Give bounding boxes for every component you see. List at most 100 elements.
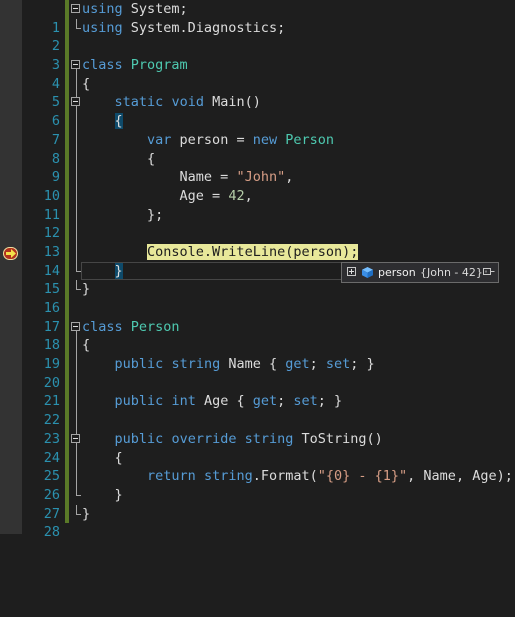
change-marker — [65, 485, 69, 505]
change-marker — [65, 336, 69, 356]
code-token: }; — [147, 206, 164, 223]
change-marker — [65, 18, 69, 38]
breakpoint-margin[interactable] — [0, 0, 22, 534]
code-token: person = — [171, 131, 253, 148]
code-line: 8 var person = new Person — [22, 130, 515, 167]
outline-guide — [71, 261, 81, 281]
code-token: } — [82, 281, 91, 298]
code-token: .Format( — [252, 468, 318, 485]
change-marker — [65, 149, 69, 169]
change-marker — [65, 504, 69, 524]
change-marker — [65, 467, 69, 486]
code-token: public — [114, 356, 164, 373]
change-marker — [65, 373, 69, 393]
line-number: 28 — [43, 524, 60, 541]
code-line: 26 return string.Format("{0} - {1}", Nam… — [22, 467, 515, 503]
code-token: string — [203, 468, 253, 485]
code-token: Main() — [203, 94, 261, 111]
datatip-variable-name: person — [378, 266, 416, 279]
code-token: var — [147, 131, 172, 148]
outline-guide — [71, 168, 81, 187]
current-statement-highlight[interactable]: Console.WriteLine(person); — [147, 243, 359, 260]
code-token: set — [325, 356, 351, 373]
code-line: 3 — [22, 37, 515, 73]
code-token: , — [244, 187, 253, 204]
code-editor[interactable]: 1 using System; 2 using System.Diagnosti… — [0, 0, 515, 540]
code-token: System.Diagnostics; — [122, 19, 286, 36]
code-line: 19 { — [22, 336, 515, 372]
code-line: 9 { — [22, 149, 515, 185]
outline-guide — [71, 373, 81, 393]
code-token: string — [171, 356, 221, 373]
code-token: ; — [309, 356, 326, 373]
outline-guide — [71, 280, 81, 299]
code-token: } — [114, 486, 123, 503]
outline-guide — [71, 112, 81, 131]
change-marker — [65, 429, 69, 449]
outline-guide — [71, 392, 81, 412]
code-token: ToString() — [293, 430, 383, 447]
outline-guide — [71, 411, 81, 430]
code-token: { — [82, 337, 91, 354]
code-token: Person — [130, 318, 180, 335]
code-token: override — [171, 430, 237, 447]
outline-guide — [71, 205, 81, 225]
change-marker — [65, 186, 69, 206]
outline-guide — [71, 467, 81, 486]
code-token: class — [82, 57, 123, 74]
code-line: 23 — [22, 411, 515, 447]
code-line: 25 { — [22, 448, 515, 484]
code-line: 2 using System.Diagnostics; — [22, 18, 515, 54]
outline-guide — [71, 504, 81, 524]
code-token: ; } — [317, 393, 343, 410]
outline-collapse-toggle[interactable] — [71, 93, 81, 113]
outline-guide — [71, 224, 81, 243]
outline-collapse-toggle[interactable] — [71, 429, 81, 449]
code-token: Age { — [195, 393, 253, 410]
change-marker — [65, 56, 69, 75]
matching-brace: { — [114, 113, 123, 130]
code-line: 11 Age = 42, — [22, 186, 515, 223]
outline-guide — [71, 336, 81, 356]
code-token: { — [147, 150, 156, 167]
code-line: 16 } — [22, 280, 515, 316]
code-line: 10 Name = "John", — [22, 168, 515, 204]
code-line: 28 } — [22, 504, 515, 540]
code-token: public — [114, 430, 164, 447]
pin-icon[interactable] — [483, 267, 495, 276]
code-line: 1 using System; — [22, 0, 515, 36]
code-token: string — [244, 430, 294, 447]
code-token: set — [293, 393, 318, 410]
code-token: class — [82, 318, 123, 335]
change-marker — [65, 205, 69, 225]
outline-guide — [71, 74, 81, 94]
code-line: 6 static void Main() — [22, 93, 515, 129]
code-token: { — [82, 75, 91, 92]
outline-guide — [71, 130, 81, 150]
code-token: System; — [122, 1, 188, 17]
code-token: get — [285, 356, 310, 373]
outline-guide — [71, 18, 81, 38]
code-token: "John" — [236, 169, 286, 186]
code-line: 21 — [22, 373, 515, 409]
change-marker — [65, 355, 69, 374]
code-token: new — [252, 131, 278, 148]
code-token: get — [252, 393, 278, 410]
change-marker — [65, 317, 69, 337]
outline-collapse-toggle[interactable] — [71, 56, 81, 75]
datatip[interactable]: person {John - 42} — [341, 262, 499, 283]
outline-guide — [71, 448, 81, 468]
code-token: void — [171, 94, 204, 111]
change-marker — [65, 261, 69, 281]
code-token: , Name, Age); — [407, 468, 513, 485]
outline-collapse-toggle[interactable] — [71, 0, 81, 19]
matching-brace: } — [114, 262, 123, 279]
expand-icon[interactable] — [347, 267, 356, 276]
change-marker — [65, 168, 69, 187]
change-marker — [65, 37, 69, 57]
outline-guide — [71, 149, 81, 169]
change-marker — [65, 242, 69, 262]
outline-collapse-toggle[interactable] — [71, 318, 81, 337]
change-marker — [65, 0, 69, 19]
code-token: Name { — [220, 356, 286, 373]
